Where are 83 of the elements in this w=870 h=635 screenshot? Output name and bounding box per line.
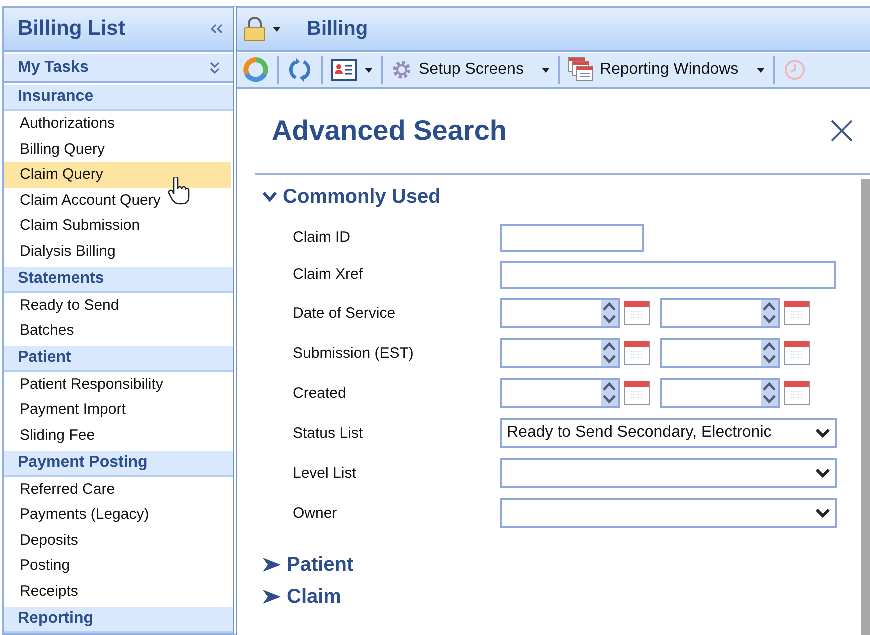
caret-icon (756, 68, 765, 72)
field-label: Owner (293, 504, 338, 522)
dropdown[interactable] (500, 498, 837, 528)
field-label: Date of Service (293, 304, 397, 322)
sidebar-item[interactable]: Ready to Send (4, 292, 231, 318)
sidebar-item[interactable]: Deposits (4, 528, 231, 554)
field-label: Level List (293, 464, 358, 482)
windows-icon (568, 57, 594, 83)
spinner-icon[interactable] (761, 300, 778, 326)
arrow-right-icon (263, 590, 281, 604)
calendar-icon[interactable] (784, 381, 810, 405)
date-field[interactable] (660, 338, 780, 368)
input-field[interactable] (500, 224, 644, 252)
panel-header[interactable]: My Tasks (4, 54, 233, 83)
spinner-icon[interactable] (761, 340, 778, 366)
spinner-icon[interactable] (601, 300, 618, 326)
sidebar-item[interactable]: Posting (4, 553, 231, 579)
field-label: Claim ID (293, 229, 352, 246)
calendar-icon[interactable] (784, 341, 810, 365)
reporting-windows-button[interactable]: Reporting Windows (568, 57, 765, 83)
calendar-icon[interactable] (624, 301, 650, 325)
contact-card-icon[interactable] (331, 58, 357, 82)
field-label: Created (293, 384, 348, 402)
section-header[interactable]: Reporting (4, 606, 233, 632)
ring-icon[interactable] (243, 57, 269, 83)
dropdown[interactable]: Ready to Send Secondary, Electronic (500, 418, 837, 448)
expand-icon[interactable] (209, 60, 221, 74)
sidebar-item[interactable]: Payment Import (4, 397, 231, 423)
section-toggle[interactable]: Commonly Used (263, 181, 441, 213)
setup-screens-button[interactable]: Setup Screens (391, 59, 550, 81)
calendar-icon[interactable] (784, 301, 810, 325)
chevron-down-icon (815, 468, 831, 478)
gear-icon (391, 59, 413, 81)
panel-title: My Tasks (18, 58, 89, 76)
close-icon[interactable] (830, 119, 854, 143)
sidebar-item[interactable]: Patient Responsibility (4, 372, 231, 398)
date-field[interactable] (660, 378, 780, 408)
section-header[interactable]: Statements (4, 266, 233, 293)
sidebar-item[interactable]: Referred Care (4, 476, 231, 502)
spinner-icon[interactable] (601, 380, 618, 406)
chevron-down-icon (815, 508, 831, 518)
caret-icon (542, 68, 550, 72)
sidebar-item[interactable]: Billing Query (4, 136, 231, 162)
module-title: Billing (307, 18, 368, 40)
chevron-down-icon (815, 428, 831, 438)
field-label: Status List (293, 424, 364, 442)
sidebar-item[interactable]: Claim Account Query (4, 188, 231, 214)
sync-icon[interactable] (287, 57, 313, 83)
field-label: Submission (EST) (293, 344, 415, 362)
caret-icon[interactable] (365, 68, 373, 72)
collapse-icon[interactable] (209, 23, 225, 35)
section-header[interactable]: Payment Posting (4, 450, 233, 477)
sidebar-item[interactable]: Claim Submission (4, 213, 231, 239)
hand-cursor-icon (168, 177, 190, 205)
caret-icon[interactable] (273, 26, 281, 32)
date-field[interactable] (500, 298, 620, 328)
sidebar-item[interactable]: Authorizations (4, 111, 231, 137)
calendar-icon[interactable] (624, 341, 650, 365)
section-toggle[interactable]: Patient (263, 549, 354, 581)
section-header[interactable]: Patient (4, 346, 233, 372)
date-field[interactable] (500, 378, 620, 408)
date-field[interactable] (500, 338, 620, 368)
sidebar-item[interactable]: Receipts (4, 578, 231, 604)
sidebar-item[interactable]: Dialysis Billing (4, 238, 231, 265)
scrollbar-thumb[interactable] (861, 179, 870, 635)
field-label: Claim Xref (293, 266, 364, 283)
calendar-icon[interactable] (624, 381, 650, 405)
lock-icon[interactable] (243, 16, 267, 42)
dialog-title: Advanced Search (272, 115, 507, 147)
sidebar-item[interactable]: Claim Query (4, 162, 231, 188)
section-toggle[interactable]: Claim (263, 581, 342, 613)
date-field[interactable] (660, 298, 780, 328)
spinner-icon[interactable] (601, 340, 618, 366)
dropdown[interactable] (500, 458, 837, 488)
spinner-icon[interactable] (761, 380, 778, 406)
sidebar-title: Billing List (18, 17, 126, 41)
sidebar-item[interactable]: Payments (Legacy) (4, 502, 231, 528)
sidebar-item[interactable]: Sliding Fee (4, 422, 231, 449)
arrow-right-icon (263, 558, 281, 572)
section-header[interactable]: Insurance (4, 85, 233, 111)
chevron-down-icon (263, 192, 277, 202)
input-field[interactable] (500, 260, 836, 288)
sidebar-item[interactable]: Batches (4, 318, 231, 344)
